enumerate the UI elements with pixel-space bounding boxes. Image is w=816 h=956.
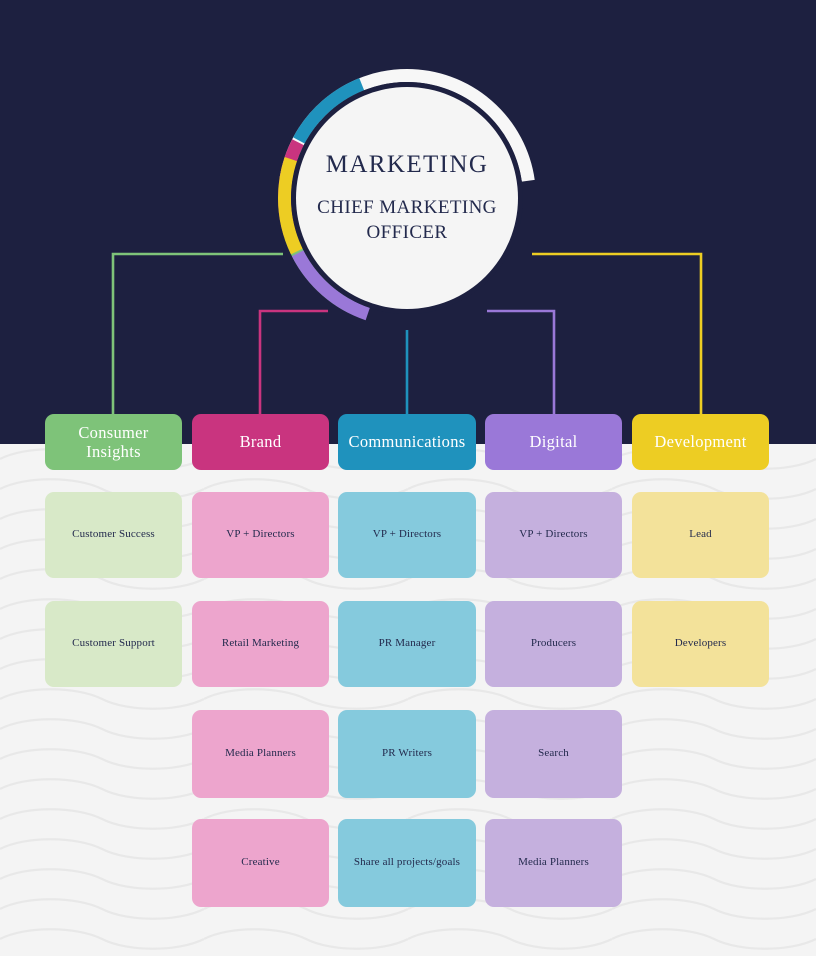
dept-node-brand-4[interactable]: Creative [192, 819, 329, 907]
dept-node-digital-4[interactable]: Media Planners [485, 819, 622, 907]
dept-header-label: Development [654, 432, 747, 452]
dept-node-consumer-insights-2[interactable]: Customer Support [45, 601, 182, 687]
dept-node-digital-1[interactable]: VP + Directors [485, 492, 622, 578]
dept-node-brand-2[interactable]: Retail Marketing [192, 601, 329, 687]
hub-subtitle: CHIEF MARKETING OFFICER [317, 197, 497, 244]
dept-header-development[interactable]: Development [632, 414, 769, 470]
dept-header-consumer-insights[interactable]: Consumer Insights [45, 414, 182, 470]
dept-node-label: Lead [689, 528, 712, 541]
cmo-hub: MARKETING CHIEF MARKETING OFFICER [272, 63, 542, 333]
dept-node-label: Search [538, 747, 569, 760]
dept-node-label: Media Planners [518, 856, 589, 869]
hub-title: MARKETING [325, 150, 489, 178]
dept-node-label: VP + Directors [226, 528, 295, 541]
dept-header-digital[interactable]: Digital [485, 414, 622, 470]
dept-node-communications-1[interactable]: VP + Directors [338, 492, 476, 578]
dept-node-label: VP + Directors [372, 528, 442, 541]
dept-node-label: Retail Marketing [221, 637, 300, 650]
dept-node-label: Creative [241, 856, 280, 869]
dept-node-label: VP + Directors [519, 528, 588, 541]
dept-node-label: Customer Support [72, 637, 155, 650]
dept-node-label: Developers [674, 637, 727, 650]
dept-node-development-2[interactable]: Developers [632, 601, 769, 687]
dept-header-communications[interactable]: Communications [338, 414, 476, 470]
dept-node-development-1[interactable]: Lead [632, 492, 769, 578]
org-chart-canvas: MARKETING CHIEF MARKETING OFFICER Consum… [0, 0, 816, 956]
dept-node-communications-3[interactable]: PR Writers [338, 710, 476, 798]
dept-node-label: PR Manager [378, 637, 436, 650]
hub-face: MARKETING CHIEF MARKETING OFFICER [297, 88, 517, 308]
dept-header-label: Brand [239, 432, 282, 452]
dept-node-label: Share all projects/goals [353, 856, 461, 869]
dept-node-label: Customer Success [72, 528, 155, 541]
dept-node-label: Producers [530, 637, 577, 650]
dept-header-brand[interactable]: Brand [192, 414, 329, 470]
dept-node-communications-4[interactable]: Share all projects/goals [338, 819, 476, 907]
dept-header-label: Digital [529, 432, 578, 452]
dept-node-communications-2[interactable]: PR Manager [338, 601, 476, 687]
dept-node-label: Media Planners [225, 747, 296, 760]
dept-node-digital-3[interactable]: Search [485, 710, 622, 798]
dept-header-label: Communications [348, 432, 466, 452]
dept-node-digital-2[interactable]: Producers [485, 601, 622, 687]
dept-node-brand-3[interactable]: Media Planners [192, 710, 329, 798]
dept-node-consumer-insights-1[interactable]: Customer Success [45, 492, 182, 578]
dept-header-label: Consumer Insights [78, 422, 149, 461]
dept-node-label: PR Writers [381, 747, 433, 760]
dept-node-brand-1[interactable]: VP + Directors [192, 492, 329, 578]
